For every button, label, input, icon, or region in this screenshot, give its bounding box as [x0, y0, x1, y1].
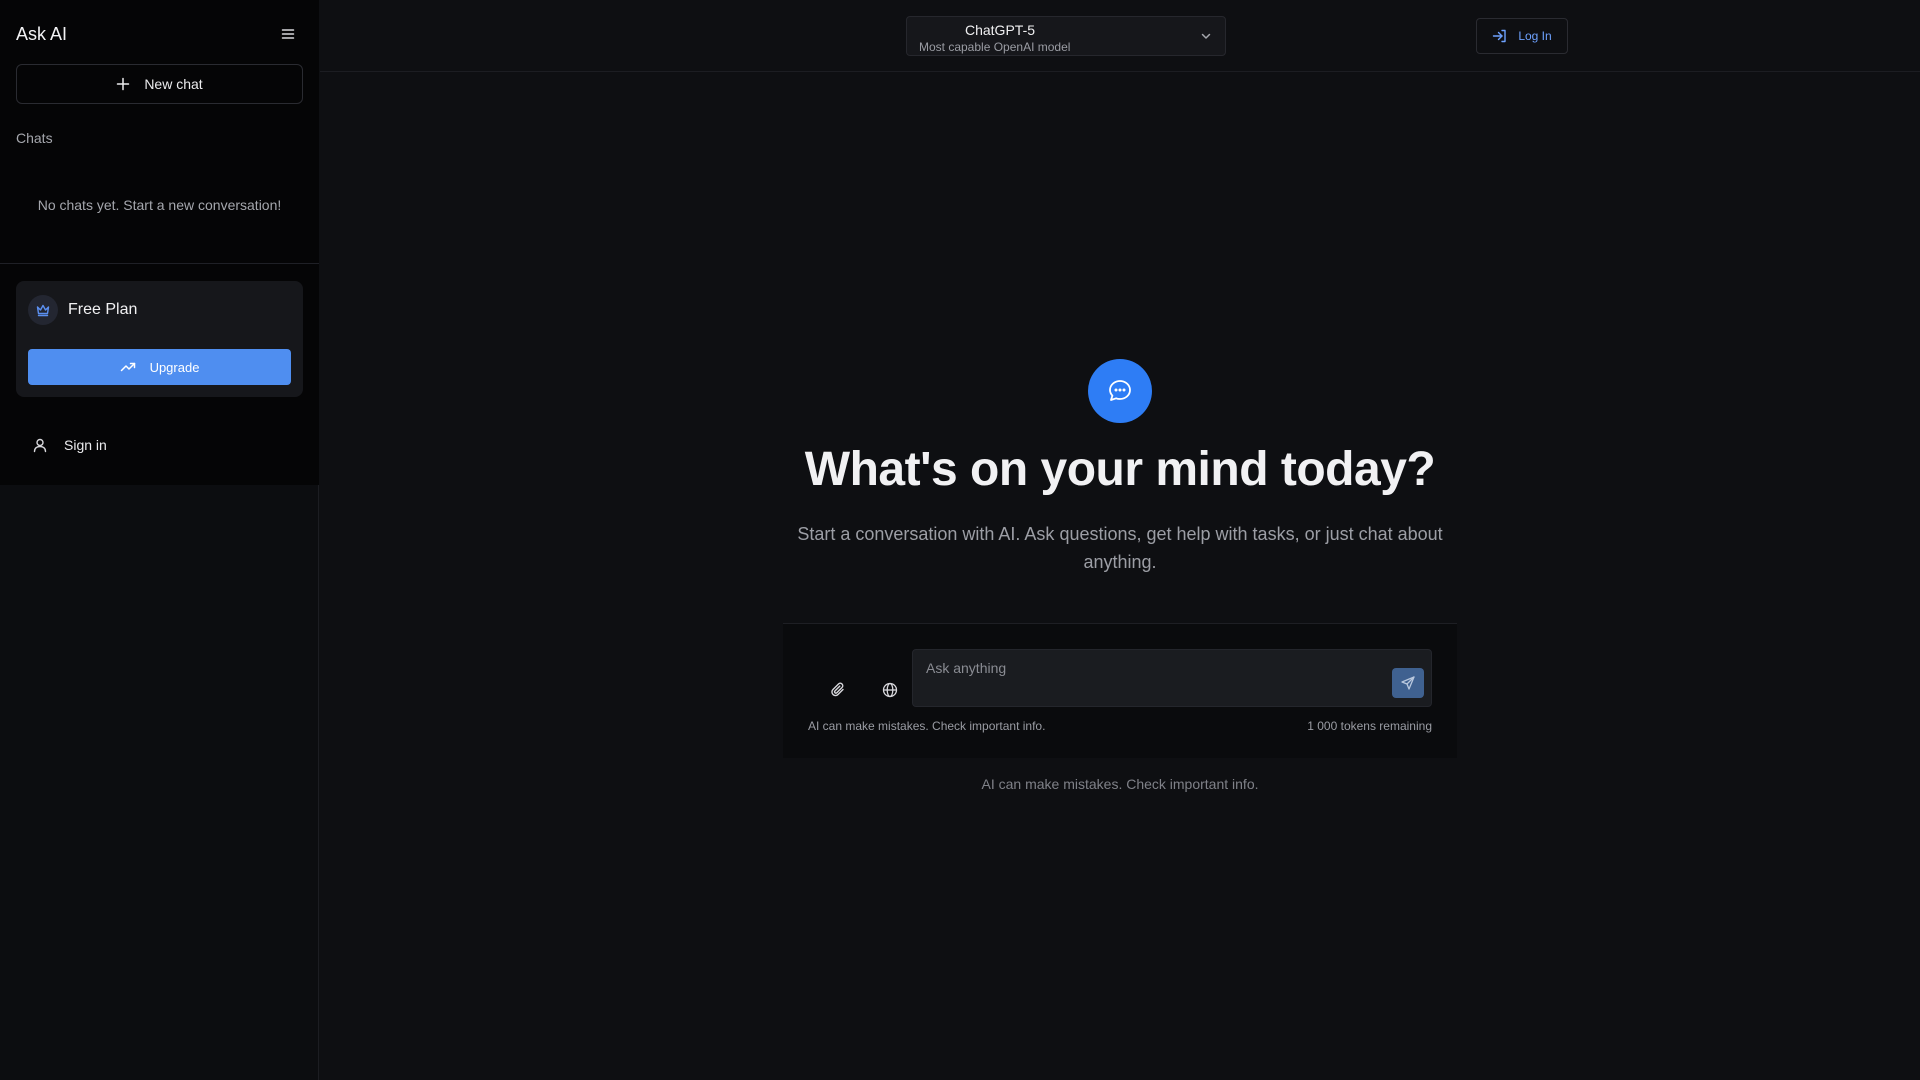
upgrade-label: Upgrade: [149, 359, 200, 375]
paperclip-icon: [831, 682, 844, 697]
send-icon: [1401, 676, 1415, 690]
crown-badge: [28, 295, 58, 325]
upgrade-button[interactable]: Upgrade: [28, 349, 291, 385]
model-description: Most capable OpenAI model: [919, 40, 1071, 54]
hero-chat-badge: [1088, 359, 1152, 423]
chats-section-label: Chats: [16, 130, 53, 146]
sign-in-button[interactable]: Sign in: [32, 437, 107, 453]
ask-input[interactable]: [912, 649, 1432, 707]
plan-card: Free Plan Upgrade: [16, 281, 303, 397]
new-chat-button[interactable]: New chat: [16, 64, 303, 104]
composer-disclaimer: AI can make mistakes. Check important in…: [808, 719, 1046, 733]
chat-bubble-icon: [1109, 380, 1131, 401]
plan-title: Free Plan: [68, 301, 138, 318]
plan-header: Free Plan: [28, 295, 137, 325]
tokens-remaining: 1 000 tokens remaining: [1307, 719, 1432, 733]
globe-icon: [882, 682, 898, 698]
hero-subtitle: Start a conversation with AI. Ask questi…: [797, 524, 1443, 572]
trending-up-icon: [120, 362, 135, 372]
brand-title: Ask AI: [16, 23, 68, 44]
model-name: ChatGPT-5: [964, 22, 1036, 38]
log-in-icon: [1493, 29, 1507, 43]
app: Ask AI New chat Chats No chats yet. Star…: [0, 0, 1920, 1080]
user-icon: [33, 438, 47, 453]
footer-disclaimer: AI can make mistakes. Check important in…: [981, 776, 1259, 792]
top-bar: ChatGPT-5 Most capable OpenAI model Log …: [320, 0, 1920, 72]
log-in-label: Log In: [1518, 29, 1552, 43]
new-chat-label: New chat: [144, 76, 203, 92]
sidebar: Ask AI New chat Chats No chats yet. Star…: [0, 0, 319, 1080]
hero-title: What's on your mind today?: [804, 443, 1436, 496]
menu-icon: [281, 29, 295, 39]
menu-button[interactable]: [276, 22, 300, 46]
plus-icon: [117, 77, 130, 91]
empty-chats-message: No chats yet. Start a new conversation!: [37, 197, 282, 213]
crown-icon: [36, 304, 50, 317]
chevron-down-icon: [1201, 33, 1211, 39]
sidebar-panel: Ask AI New chat Chats No chats yet. Star…: [0, 0, 319, 485]
sign-in-label: Sign in: [64, 437, 107, 453]
attach-button[interactable]: [826, 678, 850, 702]
web-search-button[interactable]: [878, 678, 902, 702]
send-button[interactable]: [1392, 668, 1424, 698]
log-in-button[interactable]: Log In: [1476, 18, 1568, 54]
model-selector[interactable]: ChatGPT-5 Most capable OpenAI model: [906, 16, 1226, 56]
composer: AI can make mistakes. Check important in…: [783, 623, 1457, 758]
sidebar-divider: [0, 263, 319, 264]
sidebar-header: Ask AI: [16, 20, 304, 48]
